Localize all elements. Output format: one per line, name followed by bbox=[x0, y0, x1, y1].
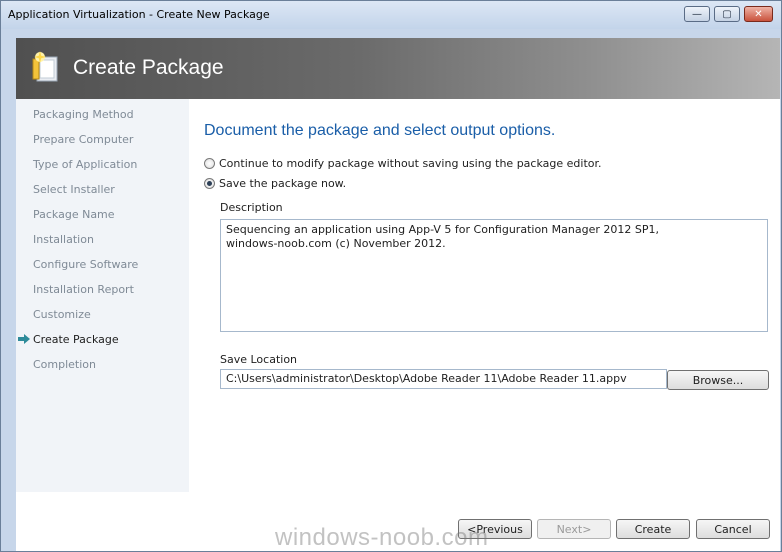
arrow-right-icon bbox=[18, 334, 30, 344]
next-button[interactable]: Next> bbox=[537, 519, 611, 539]
close-button[interactable]: ✕ bbox=[744, 6, 773, 22]
option-continue-editing[interactable]: Continue to modify package without savin… bbox=[204, 157, 602, 170]
banner-title: Create Package bbox=[73, 56, 224, 79]
nav-step-prepare-computer: Prepare Computer bbox=[33, 133, 134, 146]
wizard-step-nav: Packaging Method Prepare Computer Type o… bbox=[16, 99, 189, 492]
close-icon: ✕ bbox=[754, 8, 763, 20]
description-textarea[interactable]: Sequencing an application using App-V 5 … bbox=[220, 219, 768, 332]
option-save-now-label[interactable]: Save the package now. bbox=[219, 177, 346, 190]
minimize-button[interactable]: — bbox=[684, 6, 710, 22]
option-save-now[interactable]: Save the package now. bbox=[204, 177, 346, 190]
nav-step-installation-report: Installation Report bbox=[33, 283, 134, 296]
description-label: Description bbox=[220, 201, 283, 214]
save-location-input[interactable]: C:\Users\administrator\Desktop\Adobe Rea… bbox=[220, 369, 667, 389]
page-heading: Document the package and select output o… bbox=[204, 122, 556, 139]
create-button[interactable]: Create bbox=[616, 519, 690, 539]
nav-step-package-name: Package Name bbox=[33, 208, 115, 221]
nav-step-packaging-method: Packaging Method bbox=[33, 108, 134, 121]
minimize-icon: — bbox=[692, 8, 702, 20]
package-icon bbox=[32, 51, 58, 82]
cancel-button[interactable]: Cancel bbox=[696, 519, 770, 539]
maximize-icon: ▢ bbox=[722, 8, 732, 20]
nav-step-customize: Customize bbox=[33, 308, 91, 321]
watermark: windows-noob.com bbox=[275, 524, 489, 551]
nav-step-create-package: Create Package bbox=[33, 333, 119, 346]
radio-save-now[interactable] bbox=[204, 178, 215, 189]
wizard-client: Create Package Packaging Method Prepare … bbox=[16, 38, 780, 551]
nav-step-type-of-application: Type of Application bbox=[33, 158, 138, 171]
save-location-label: Save Location bbox=[220, 353, 298, 366]
nav-step-configure-software: Configure Software bbox=[33, 258, 139, 271]
app-window: Application Virtualization - Create New … bbox=[0, 0, 782, 552]
nav-step-select-installer: Select Installer bbox=[33, 183, 115, 196]
title-bar[interactable]: Application Virtualization - Create New … bbox=[1, 1, 781, 29]
radio-continue-editing[interactable] bbox=[204, 158, 215, 169]
nav-step-installation: Installation bbox=[33, 233, 94, 246]
nav-step-completion: Completion bbox=[33, 358, 97, 371]
maximize-button[interactable]: ▢ bbox=[714, 6, 740, 22]
option-continue-editing-label[interactable]: Continue to modify package without savin… bbox=[219, 157, 602, 170]
browse-button[interactable]: Browse... bbox=[667, 370, 769, 390]
window-title: Application Virtualization - Create New … bbox=[8, 8, 270, 21]
wizard-banner: Create Package bbox=[16, 38, 780, 99]
